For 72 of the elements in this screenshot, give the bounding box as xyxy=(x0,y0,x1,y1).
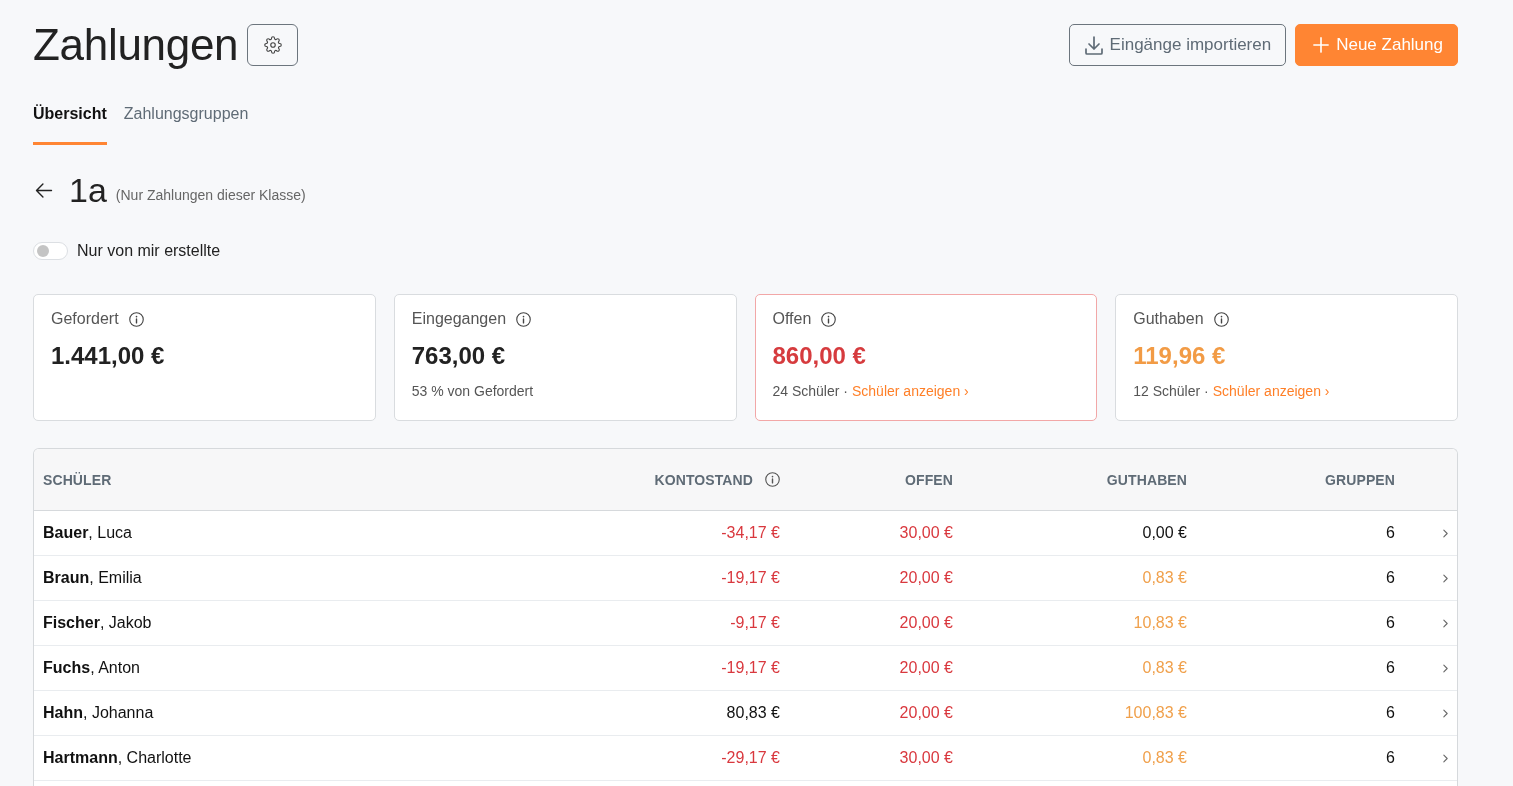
chevron-right-icon xyxy=(1443,708,1448,718)
column-header: OFFEN xyxy=(905,471,953,488)
credit-amount: 100,83 € xyxy=(1124,704,1187,722)
open-amount: 20,00 € xyxy=(899,704,953,722)
credit-amount: 10,83 € xyxy=(1133,614,1187,632)
student-name: Braun, Emilia xyxy=(43,569,142,587)
student-name: Bauer, Luca xyxy=(43,524,132,542)
toggle-label: Nur von mir erstellte xyxy=(77,242,221,260)
page-title: Zahlungen xyxy=(33,19,239,71)
info-icon xyxy=(821,311,837,327)
arrow-left-icon xyxy=(35,182,53,198)
open-amount: 20,00 € xyxy=(899,614,953,632)
card-amount: 860,00 € xyxy=(772,341,866,371)
card-label: Eingegangen xyxy=(411,309,507,329)
chevron-right-icon xyxy=(1443,573,1448,583)
plus-icon xyxy=(1313,37,1330,53)
back-button[interactable] xyxy=(35,182,53,198)
card-label: Offen xyxy=(772,309,812,329)
open-amount: 20,00 € xyxy=(899,569,953,587)
show-students-link[interactable]: Schüler anzeigen › xyxy=(852,382,969,400)
balance-amount: -34,17 € xyxy=(721,524,780,542)
info-icon xyxy=(128,311,144,327)
info-icon xyxy=(516,311,532,327)
balance-amount: -19,17 € xyxy=(721,659,780,677)
card-amount: 119,96 € xyxy=(1133,341,1226,371)
group-count: 6 xyxy=(1386,749,1395,767)
info-icon xyxy=(1213,311,1229,327)
student-name: Fuchs, Anton xyxy=(43,659,140,677)
column-header: GRUPPEN xyxy=(1325,471,1395,488)
card-label: Guthaben xyxy=(1133,309,1204,329)
student-name: Hahn, Johanna xyxy=(43,704,154,722)
chevron-right-icon xyxy=(1443,528,1448,538)
show-students-link[interactable]: Schüler anzeigen › xyxy=(1212,382,1330,400)
group-count: 6 xyxy=(1386,659,1395,677)
column-header: KONTOSTAND xyxy=(654,471,753,488)
group-count: 6 xyxy=(1386,614,1395,632)
open-amount: 30,00 € xyxy=(899,524,953,542)
download-icon xyxy=(1084,35,1103,55)
card-note: 53 % von Gefordert xyxy=(411,382,534,400)
group-count: 6 xyxy=(1386,569,1395,587)
chevron-right-icon xyxy=(1443,618,1448,628)
student-name: Fischer, Jakob xyxy=(43,614,152,632)
group-count: 6 xyxy=(1386,524,1395,542)
balance-amount: -9,17 € xyxy=(730,614,780,632)
balance-amount: -29,17 € xyxy=(721,749,780,767)
chevron-right-icon xyxy=(1443,753,1448,763)
class-subtitle: (Nur Zahlungen dieser Klasse) xyxy=(115,187,306,203)
credit-amount: 0,00 € xyxy=(1142,524,1187,542)
column-header: SCHÜLER xyxy=(43,471,112,488)
open-amount: 20,00 € xyxy=(899,659,953,677)
toggle-switch[interactable] xyxy=(33,242,68,260)
column-header: GUTHABEN xyxy=(1106,471,1187,488)
student-name: Hartmann, Charlotte xyxy=(43,749,192,767)
card-amount: 1.441,00 € xyxy=(51,341,165,371)
settings-icon xyxy=(263,36,282,54)
class-title: 1a xyxy=(69,170,107,210)
credit-amount: 0,83 € xyxy=(1142,659,1187,677)
balance-amount: -19,17 € xyxy=(721,569,780,587)
card-amount: 763,00 € xyxy=(411,341,506,371)
open-amount: 30,00 € xyxy=(899,749,953,767)
card-note: 24 Schüler · xyxy=(772,382,848,400)
tab[interactable]: Übersicht xyxy=(33,104,107,145)
group-count: 6 xyxy=(1386,704,1395,722)
card-note: 12 Schüler · xyxy=(1133,382,1209,400)
tab[interactable]: Zahlungsgruppen xyxy=(123,104,249,145)
credit-amount: 0,83 € xyxy=(1142,749,1187,767)
import-button[interactable]: Eingänge importieren xyxy=(1068,24,1287,66)
settings-button[interactable] xyxy=(247,24,299,66)
balance-amount: 80,83 € xyxy=(726,704,780,722)
card-label: Gefordert xyxy=(51,309,119,329)
credit-amount: 0,83 € xyxy=(1142,569,1187,587)
chevron-right-icon xyxy=(1443,663,1448,673)
